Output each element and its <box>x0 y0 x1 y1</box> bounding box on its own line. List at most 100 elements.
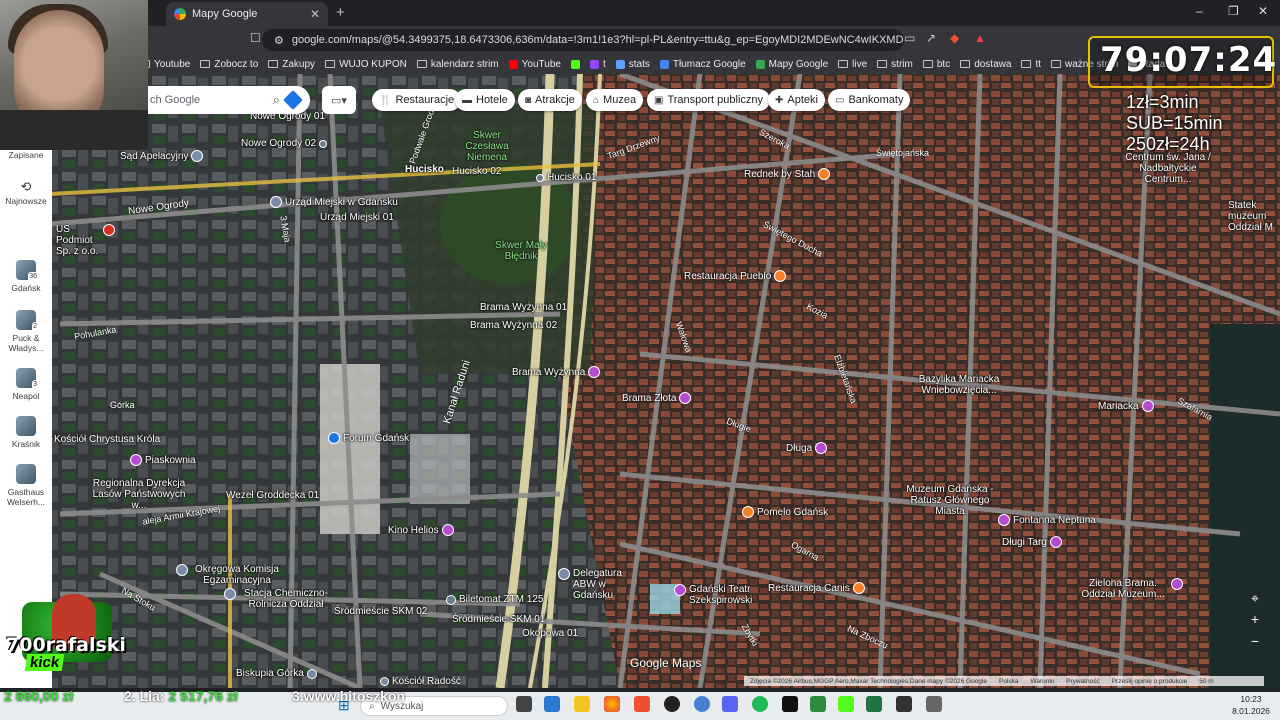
brave-shield-icon[interactable]: ◆ <box>950 31 959 45</box>
poi-wezel-groddecka[interactable]: Wezeł Groddecka 01 <box>226 490 319 501</box>
sidebar-item-gasthaus[interactable]: Gasthaus Welserh... <box>0 464 52 507</box>
new-tab-button[interactable]: + <box>336 4 345 21</box>
obs-icon[interactable] <box>664 696 680 712</box>
bookmark-folder-btc[interactable]: btc <box>922 59 950 70</box>
app-icon[interactable] <box>896 696 912 712</box>
bookmark-stats[interactable]: stats <box>615 59 650 70</box>
poi-biskupia-gorka[interactable]: Biskupia Górka <box>236 668 317 679</box>
poi-delegatura-abw[interactable]: Delegatura ABW w Gdańsku <box>558 568 645 601</box>
spotify-icon[interactable] <box>752 696 768 712</box>
chip-attractions[interactable]: ◙ Atrakcje <box>518 89 582 111</box>
bookmark-folder-kupon[interactable]: WUJO KUPON <box>325 59 407 70</box>
bookmark-folder-dostawa[interactable]: dostawa <box>960 59 1011 70</box>
bookmark-twitch[interactable]: t <box>589 59 606 70</box>
poi-srodmiescie-skm-02[interactable]: Śródmieście SKM 02 <box>334 606 427 617</box>
poi-teatr-szekspirowski[interactable]: Gdański Teatr Szekspirowski <box>674 584 755 606</box>
poi-kosciol-radosc[interactable]: Kościół Radość <box>380 676 461 687</box>
chip-transit[interactable]: ▣ Transport publiczny <box>647 89 771 111</box>
bookmark-youtube[interactable]: YouTube <box>508 59 561 70</box>
poi-kino-helios[interactable]: Kino Helios <box>388 524 454 536</box>
poi-urzad-miejski-01[interactable]: Urząd Miejski 01 <box>320 212 394 223</box>
poi-bazylika-mariacka[interactable]: Bazylika Mariacka Wniebowzięcia... <box>916 374 1002 396</box>
poi-regionalna-dyrekcja[interactable]: Regionalna Dyrekcja Lasów Państwowych w.… <box>84 478 194 511</box>
chip-museums[interactable]: ⌂ Muzea <box>586 89 644 111</box>
layers-button[interactable]: ▭▾ <box>322 86 356 114</box>
app-icon[interactable] <box>782 696 798 712</box>
app-icon[interactable] <box>694 696 710 712</box>
sidebar-item-recent[interactable]: ⟲ Najnowsze <box>0 180 52 206</box>
maps-search-box[interactable]: ch Google ⌕ <box>146 86 310 114</box>
calculator-icon[interactable] <box>810 696 826 712</box>
bookmark-folder-live[interactable]: live <box>838 59 867 70</box>
poi-sad-apelacyjny[interactable]: Sąd Apelacyjny <box>120 150 204 162</box>
poi-piaskownia[interactable]: Piaskownia <box>130 454 196 466</box>
extension-badge-icon[interactable]: ▲ <box>974 31 986 45</box>
sidebar-item-puck[interactable]: 2 Puck & Władys... <box>0 310 52 353</box>
sidebar-item-neapol[interactable]: 3 Neapol <box>0 368 52 401</box>
chip-hotels[interactable]: ▬ Hotele <box>455 89 515 111</box>
poi-muzeum-gdanska-ratusz[interactable]: Muzeum Gdańska - Ratusz Głównego Miasta <box>900 484 1000 517</box>
excel-icon[interactable] <box>866 696 882 712</box>
poi-statek-muzeum[interactable]: Statek muzeum Oddział M <box>1228 200 1280 233</box>
poi-brama-wyzynna-02[interactable]: Brama Wyżynna 02 <box>470 320 557 331</box>
install-app-icon[interactable]: ▭ <box>904 31 915 45</box>
poi-skwer-niemena[interactable]: Skwer Czesława Niemena <box>452 130 522 163</box>
poi-restauracja-pueblo[interactable]: Restauracja Pueblo <box>684 270 787 282</box>
poi-us-podmiot[interactable]: US Podmiot Sp. z o.o. <box>56 224 115 257</box>
poi-okopowa-01[interactable]: Okopowa 01 <box>522 628 578 639</box>
poi-dluga[interactable]: Długa <box>786 442 828 454</box>
brave-icon[interactable] <box>634 696 650 712</box>
search-input[interactable]: ch Google <box>150 94 267 106</box>
privacy-link[interactable]: Prywatność <box>1066 678 1100 685</box>
minimize-button[interactable]: – <box>1196 4 1203 18</box>
poi-dlugi-targ[interactable]: Długi Targ <box>1002 536 1062 548</box>
share-icon[interactable]: ↗ <box>926 31 936 45</box>
poi-biletomat-ztm[interactable]: Biletomat ZTM 125 <box>446 594 543 605</box>
poi-hucisko-01[interactable]: Hucisko 01 <box>536 172 596 183</box>
poi-stacja-chemiczno[interactable]: Stacja Chemiczno-Rolnicza Oddział <box>224 588 333 610</box>
tab-close-icon[interactable]: ✕ <box>310 7 320 21</box>
directions-icon[interactable] <box>283 90 303 110</box>
feedback-link[interactable]: Prześlij opinię o produkcie <box>1112 678 1188 685</box>
tab-google-maps[interactable]: Mapy Google ✕ <box>166 2 328 26</box>
zoom-out-button[interactable]: − <box>1245 633 1265 650</box>
poi-urzad-miejski[interactable]: Urząd Miejski w Gdańsku <box>270 196 398 208</box>
poi-brama-zlota[interactable]: Brama Złota <box>622 392 692 404</box>
sidebar-item-gdansk[interactable]: 36 Gdańsk <box>0 260 52 293</box>
bookmark-translate[interactable]: Tłumacz Google <box>659 59 746 70</box>
poi-centrum-sw-jana[interactable]: Centrum św. Jana / Nadbałtyckie Centrum.… <box>1120 152 1216 185</box>
chrome-icon[interactable] <box>604 696 620 712</box>
chip-restaurants[interactable]: 🍴 Restauracje <box>372 89 462 111</box>
poi-srodmiescie-skm-01[interactable]: Śródmieście SKM 01 <box>452 614 545 625</box>
maximize-button[interactable]: ❐ <box>1228 4 1239 18</box>
bookmark-star-icon[interactable]: ☐ <box>250 31 261 45</box>
poi-forum-gdansk[interactable]: Forum Gdańsk <box>328 432 409 444</box>
poi-okregowa-komisja[interactable]: Okręgowa Komisja Egzaminacyjna <box>176 564 283 586</box>
bookmark-kick[interactable] <box>570 59 580 69</box>
site-info-icon[interactable]: ⚙ <box>274 34 284 47</box>
my-location-button[interactable]: ⌖ <box>1245 590 1265 607</box>
bookmark-folder-zobocz[interactable]: Zobocz to <box>200 59 258 70</box>
sidebar-item-saved[interactable]: Zapisane <box>0 150 52 160</box>
poi-skwer-maly-blednik[interactable]: Skwer Mały Błędnik <box>490 240 552 262</box>
bookmark-folder-strim[interactable]: strim <box>877 59 913 70</box>
search-icon[interactable]: ⌕ <box>273 92 280 108</box>
poi-mariacka[interactable]: Mariacka <box>1098 400 1154 412</box>
chip-pharmacies[interactable]: ✚ Apteki <box>768 89 825 111</box>
kick-app-icon[interactable] <box>838 696 854 712</box>
poi-kosciol-chrystusa-krola[interactable]: Kościół Chrystusa Króla <box>54 434 160 445</box>
app-icon[interactable] <box>926 696 942 712</box>
poi-fontanna-neptuna[interactable]: Fontanna Neptuna <box>998 514 1096 526</box>
terms-link[interactable]: Warunki <box>1031 678 1055 685</box>
sidebar-item-krasnik[interactable]: Kraśnik <box>0 416 52 449</box>
taskbar-clock[interactable]: 10:23 8.01.2026 <box>1226 693 1276 717</box>
satellite-map[interactable]: Skwer Czesława Niemena Sąd Apelacyjny No… <box>0 74 1280 688</box>
widgets-icon[interactable] <box>544 696 560 712</box>
zoom-in-button[interactable]: + <box>1245 611 1265 628</box>
bookmark-folder-tt[interactable]: tt <box>1021 59 1041 70</box>
poi-brama-wyzynna[interactable]: Brama Wyżynna <box>512 366 601 378</box>
discord-icon[interactable] <box>722 696 738 712</box>
poi-pomelo-gdansk[interactable]: Pomelo Gdańsk <box>742 506 828 518</box>
close-window-button[interactable]: ✕ <box>1258 4 1268 18</box>
task-view-icon[interactable] <box>516 696 532 712</box>
